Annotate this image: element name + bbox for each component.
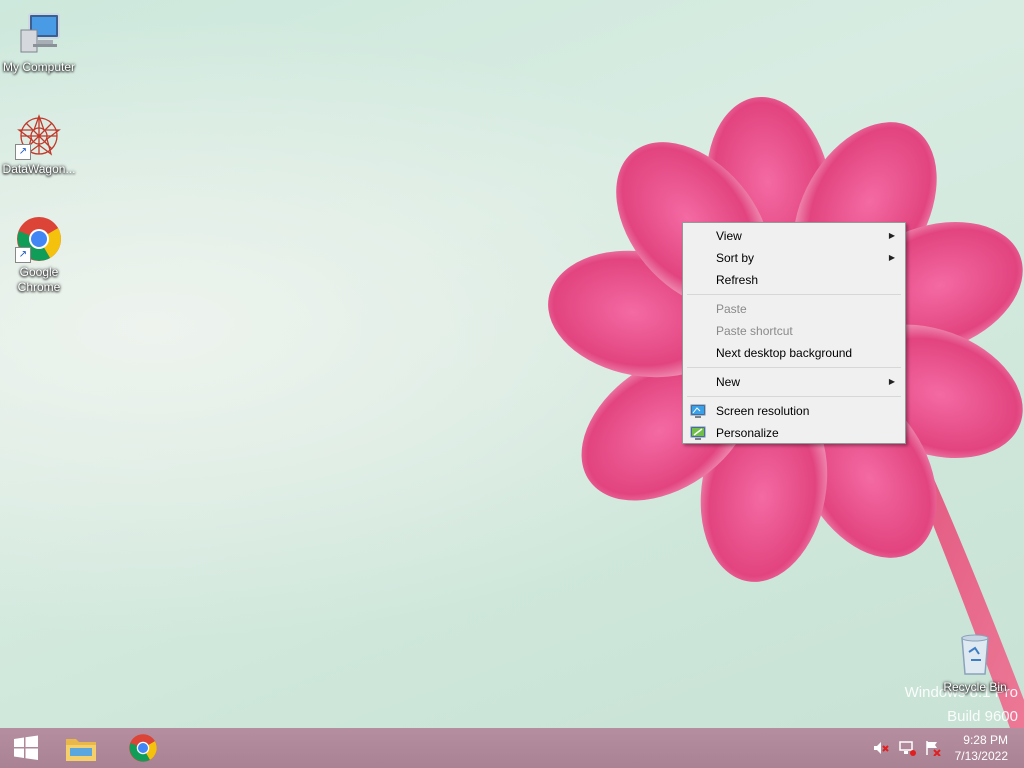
start-button[interactable] bbox=[0, 728, 52, 768]
menu-item-sort-by[interactable]: Sort by ▶ bbox=[685, 247, 903, 269]
desktop-icon-label: DataWagon... bbox=[2, 162, 76, 176]
menu-item-label: Screen resolution bbox=[716, 404, 810, 418]
desktop-icon-label: My Computer bbox=[2, 60, 76, 74]
menu-separator bbox=[687, 294, 901, 295]
menu-item-label: View bbox=[716, 229, 742, 243]
desktop-icon-label: Recycle Bin bbox=[943, 680, 1007, 694]
menu-item-screen-resolution[interactable]: Screen resolution bbox=[685, 400, 903, 422]
desktop-icon-label: Google Chrome bbox=[17, 265, 61, 294]
menu-item-label: Sort by bbox=[716, 251, 755, 265]
shortcut-arrow-icon: ↗ bbox=[15, 144, 31, 160]
desktop-icon-google-chrome[interactable]: ↗ Google Chrome bbox=[0, 215, 78, 295]
clock-time: 9:28 PM bbox=[963, 733, 1008, 747]
folder-icon bbox=[66, 739, 96, 761]
menu-item-view[interactable]: View ▶ bbox=[685, 225, 903, 247]
datawagon-icon: ↗ bbox=[15, 112, 63, 160]
menu-item-label: Paste bbox=[716, 302, 747, 316]
submenu-arrow-icon: ▶ bbox=[888, 231, 895, 240]
computer-icon bbox=[15, 10, 63, 58]
menu-item-new[interactable]: New ▶ bbox=[685, 371, 903, 393]
action-center-flag-icon[interactable] bbox=[924, 740, 942, 756]
taskbar-clock[interactable]: 9:28 PM 7/13/2022 bbox=[955, 732, 1008, 764]
desktop[interactable]: My Computer ↗ DataWagon... ↗ Google Chro… bbox=[0, 0, 1024, 728]
menu-item-personalize[interactable]: Personalize bbox=[685, 422, 903, 444]
shortcut-arrow-icon: ↗ bbox=[15, 247, 31, 263]
chrome-taskbar-button[interactable] bbox=[117, 728, 169, 768]
submenu-arrow-icon: ▶ bbox=[888, 253, 895, 262]
menu-item-label: Paste shortcut bbox=[716, 324, 793, 338]
chrome-icon: ↗ bbox=[15, 215, 63, 263]
os-watermark-build: Build 9600 bbox=[947, 708, 1018, 725]
submenu-arrow-icon: ▶ bbox=[888, 377, 895, 386]
volume-muted-icon[interactable] bbox=[872, 740, 890, 756]
menu-item-next-desktop-background[interactable]: Next desktop background bbox=[685, 342, 903, 364]
desktop-icon-recycle-bin[interactable]: Recycle Bin bbox=[936, 630, 1014, 695]
desktop-context-menu: View ▶ Sort by ▶ Refresh Paste Paste sho… bbox=[682, 222, 906, 444]
menu-item-label: Next desktop background bbox=[716, 346, 853, 360]
screen-resolution-icon bbox=[690, 404, 706, 418]
personalize-icon bbox=[690, 426, 706, 440]
chrome-icon bbox=[129, 734, 157, 762]
recycle-bin-icon bbox=[951, 630, 999, 678]
menu-item-paste[interactable]: Paste bbox=[685, 298, 903, 320]
menu-item-label: New bbox=[716, 375, 741, 389]
menu-item-label: Personalize bbox=[716, 426, 779, 440]
clock-date: 7/13/2022 bbox=[954, 749, 1008, 763]
windows-logo-icon bbox=[14, 735, 38, 760]
desktop-icon-my-computer[interactable]: My Computer bbox=[0, 10, 78, 75]
desktop-icon-datawagon[interactable]: ↗ DataWagon... bbox=[0, 112, 78, 177]
network-icon[interactable] bbox=[898, 740, 916, 756]
file-explorer-taskbar-button[interactable] bbox=[55, 728, 107, 768]
menu-separator bbox=[687, 367, 901, 368]
taskbar: 9:28 PM 7/13/2022 bbox=[0, 728, 1024, 768]
system-tray bbox=[872, 728, 942, 768]
menu-item-paste-shortcut[interactable]: Paste shortcut bbox=[685, 320, 903, 342]
menu-separator bbox=[687, 396, 901, 397]
menu-item-label: Refresh bbox=[716, 273, 759, 287]
menu-item-refresh[interactable]: Refresh bbox=[685, 269, 903, 291]
